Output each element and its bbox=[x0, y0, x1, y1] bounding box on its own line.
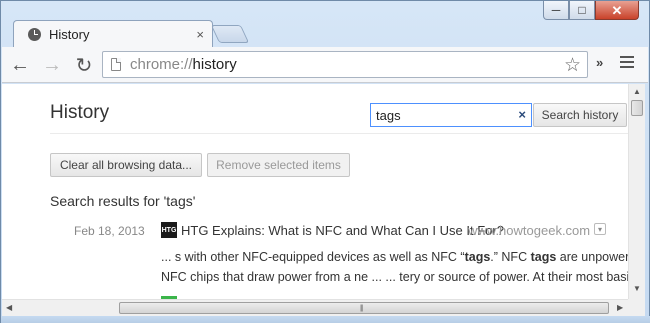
window-bottom-frame bbox=[1, 316, 650, 323]
reload-icon: ↻ bbox=[75, 54, 93, 77]
reload-button[interactable]: ↻ bbox=[72, 53, 96, 77]
scroll-grip-icon: ||| bbox=[360, 305, 364, 312]
forward-button[interactable]: → bbox=[40, 53, 64, 77]
close-window-button[interactable]: ✕ bbox=[595, 1, 639, 20]
page-viewport: History × Search history Clear all brows… bbox=[2, 84, 628, 299]
tab-history[interactable]: History × bbox=[13, 20, 213, 48]
scroll-right-icon[interactable]: ▶ bbox=[617, 303, 623, 312]
url-scheme: chrome:// bbox=[130, 56, 193, 73]
url-path: history bbox=[192, 56, 237, 73]
bookmark-star-icon[interactable]: ☆ bbox=[564, 54, 581, 77]
page-title: History bbox=[50, 102, 110, 123]
window-controls: ─ □ ✕ bbox=[543, 1, 639, 20]
search-input[interactable] bbox=[376, 107, 506, 123]
extensions-overflow-icon[interactable]: » bbox=[596, 55, 603, 70]
horizontal-scroll-thumb[interactable]: ||| bbox=[119, 302, 609, 314]
back-arrow-icon: ← bbox=[10, 53, 30, 76]
remove-selected-items-button[interactable]: Remove selected items bbox=[207, 153, 350, 177]
tab-close-icon[interactable]: × bbox=[196, 27, 204, 42]
vertical-scrollbar[interactable]: ▲ ▼ bbox=[628, 84, 645, 299]
history-clock-icon bbox=[28, 28, 41, 41]
clear-browsing-data-button[interactable]: Clear all browsing data... bbox=[50, 153, 202, 177]
chevron-down-icon: ▾ bbox=[597, 224, 602, 234]
entry-menu-dropdown[interactable]: ▾ bbox=[594, 223, 606, 235]
entry-date: Feb 18, 2013 bbox=[74, 224, 145, 238]
search-history-button[interactable]: Search history bbox=[533, 103, 627, 127]
browser-toolbar: ← → ↻ chrome://history ☆ » bbox=[2, 47, 648, 83]
site-favicon-icon: HTG bbox=[161, 222, 177, 238]
scroll-down-icon[interactable]: ▼ bbox=[633, 284, 641, 293]
forward-arrow-icon: → bbox=[42, 53, 62, 76]
close-icon: ✕ bbox=[611, 2, 623, 18]
horizontal-scrollbar[interactable]: ◀ ||| ▶ bbox=[2, 299, 645, 316]
minimize-button[interactable]: ─ bbox=[543, 1, 569, 20]
header-divider bbox=[50, 133, 628, 134]
vertical-scroll-thumb[interactable] bbox=[631, 100, 643, 116]
history-search-field[interactable]: × bbox=[370, 103, 532, 127]
entry-snippet-line2: NFC chips that draw power from a ne ... … bbox=[161, 270, 628, 284]
page-icon bbox=[111, 58, 121, 71]
entry-title-link[interactable]: HTG Explains: What is NFC and What Can I… bbox=[181, 223, 504, 238]
results-heading: Search results for 'tags' bbox=[50, 193, 196, 209]
back-button[interactable]: ← bbox=[8, 53, 32, 77]
minimize-icon: ─ bbox=[551, 3, 561, 17]
browser-window: ─ □ ✕ History × ← → ↻ chrome://history ☆… bbox=[0, 0, 650, 323]
tab-title: History bbox=[49, 27, 90, 42]
clear-search-icon[interactable]: × bbox=[518, 107, 526, 122]
maximize-button[interactable]: □ bbox=[569, 1, 595, 20]
new-tab-button[interactable] bbox=[210, 25, 250, 43]
address-bar[interactable]: chrome://history ☆ bbox=[102, 51, 588, 78]
chrome-menu-icon[interactable] bbox=[620, 56, 634, 71]
entry-snippet-line1: ... s with other NFC-equipped devices as… bbox=[161, 250, 628, 264]
scroll-up-icon[interactable]: ▲ bbox=[633, 87, 641, 96]
maximize-icon: □ bbox=[578, 3, 586, 17]
entry-domain: www.howtogeek.com bbox=[468, 223, 591, 238]
scroll-left-icon[interactable]: ◀ bbox=[6, 303, 12, 312]
scrollbar-corner bbox=[628, 299, 645, 316]
